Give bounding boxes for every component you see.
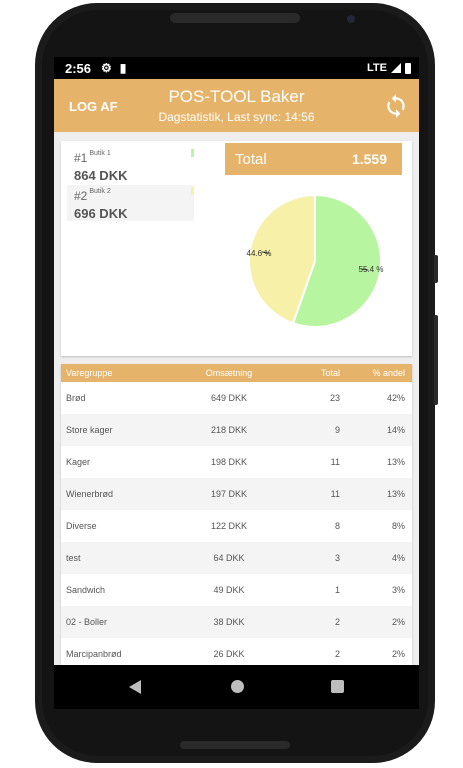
cell-category: Sandwich [66, 585, 106, 595]
cell-revenue: 38 DKK [213, 617, 245, 627]
table-row[interactable]: Kager 198 DKK 11 13% [61, 446, 412, 478]
cell-category: Marcipanbrød [66, 649, 122, 659]
cell-revenue: 122 DKK [210, 521, 248, 531]
cell-total: 2 [334, 617, 340, 627]
cell-share: 13% [386, 489, 405, 499]
app-screen: 2:56 ⚙ ▮ LTE LOG AF POS-TOOL Baker Dagst… [54, 57, 419, 665]
cell-revenue: 64 DKK [213, 553, 245, 563]
cell-category: Store kager [66, 425, 113, 435]
cell-revenue: 198 DKK [210, 457, 248, 467]
signal-icon [391, 63, 401, 73]
cell-category: test [66, 553, 81, 563]
header-revenue: Omsætning [205, 368, 253, 378]
cell-total: 9 [334, 425, 340, 435]
cell-total: 3 [334, 553, 340, 563]
pie-chart: 55.4 % 44.6 % [247, 193, 384, 328]
cell-share: 14% [386, 425, 405, 435]
cell-total: 11 [330, 457, 340, 467]
cell-category: 02 - Boller [66, 617, 108, 627]
battery-icon [405, 62, 411, 74]
cell-revenue: 649 DKK [210, 393, 248, 403]
recent-apps-icon[interactable] [331, 680, 344, 693]
cell-share: 13% [386, 457, 405, 467]
table-row[interactable]: test 64 DKK 3 4% [61, 542, 412, 574]
app-title: POS-TOOL Baker [168, 87, 305, 106]
table-row[interactable]: Wienerbrød 197 DKK 11 13% [61, 478, 412, 510]
status-bar: 2:56 ⚙ ▮ LTE [54, 57, 419, 79]
cell-total: 1 [334, 585, 340, 595]
header-share: % andel [372, 368, 405, 378]
app-header: LOG AF POS-TOOL Baker Dagstatistik, Last… [54, 79, 419, 132]
header-total: Total [320, 368, 340, 378]
cell-revenue: 26 DKK [213, 649, 245, 659]
cell-share: 3% [391, 585, 405, 595]
status-time: 2:56 [65, 60, 92, 76]
cell-share: 2% [391, 617, 405, 627]
table-header: Varegruppe Omsætning Total % andel [61, 364, 412, 382]
pie-slice-label: 44.6 % [247, 249, 272, 258]
cell-total: 23 [329, 393, 340, 403]
cell-share: 4% [391, 553, 405, 563]
cell-revenue: 197 DKK [210, 489, 248, 499]
cell-total: 8 [334, 521, 340, 531]
front-camera [347, 15, 355, 23]
back-icon[interactable] [129, 680, 141, 694]
cell-share: 42% [386, 393, 405, 403]
cell-category: Brød [66, 393, 86, 403]
cell-revenue: 218 DKK [210, 425, 248, 435]
pie-slice-label: 55.4 % [359, 265, 384, 274]
table-row[interactable]: Store kager 218 DKK 9 14% [61, 414, 412, 446]
volume-button [434, 255, 438, 283]
cell-total: 2 [334, 649, 340, 659]
settings-gear-icon: ⚙ [101, 61, 112, 75]
sd-card-icon: ▮ [119, 61, 127, 75]
cell-category: Wienerbrød [66, 489, 114, 499]
table-row[interactable]: Diverse 122 DKK 8 8% [61, 510, 412, 542]
top-speaker [170, 13, 300, 23]
power-button [434, 315, 438, 405]
summary-card: #1 Butik 1 864 DKK #2 Butik 2 696 DKK Tota… [61, 141, 412, 356]
table-row[interactable]: 02 - Boller 38 DKK 2 2% [61, 606, 412, 638]
cell-revenue: 49 DKK [213, 585, 245, 595]
cell-share: 2% [391, 649, 405, 659]
category-table: Varegruppe Omsætning Total % andel Brød 6… [61, 364, 412, 665]
cell-total: 11 [330, 489, 340, 499]
table-row[interactable]: Sandwich 49 DKK 1 3% [61, 574, 412, 606]
header-category: Varegruppe [66, 368, 113, 378]
sync-subtitle: Dagstatistik, Last sync: 14:56 [158, 110, 315, 124]
home-icon[interactable] [231, 680, 244, 693]
network-type: LTE [367, 62, 387, 74]
cell-share: 8% [391, 521, 405, 531]
cell-category: Kager [66, 457, 91, 467]
table-row[interactable]: Marcipanbrød 26 DKK 2 2% [61, 638, 412, 665]
cell-category: Diverse [66, 521, 97, 531]
android-nav-bar [54, 665, 419, 709]
bottom-speaker [180, 741, 290, 749]
sync-icon[interactable] [383, 93, 409, 119]
table-row[interactable]: Brød 649 DKK 23 42% [61, 382, 412, 414]
